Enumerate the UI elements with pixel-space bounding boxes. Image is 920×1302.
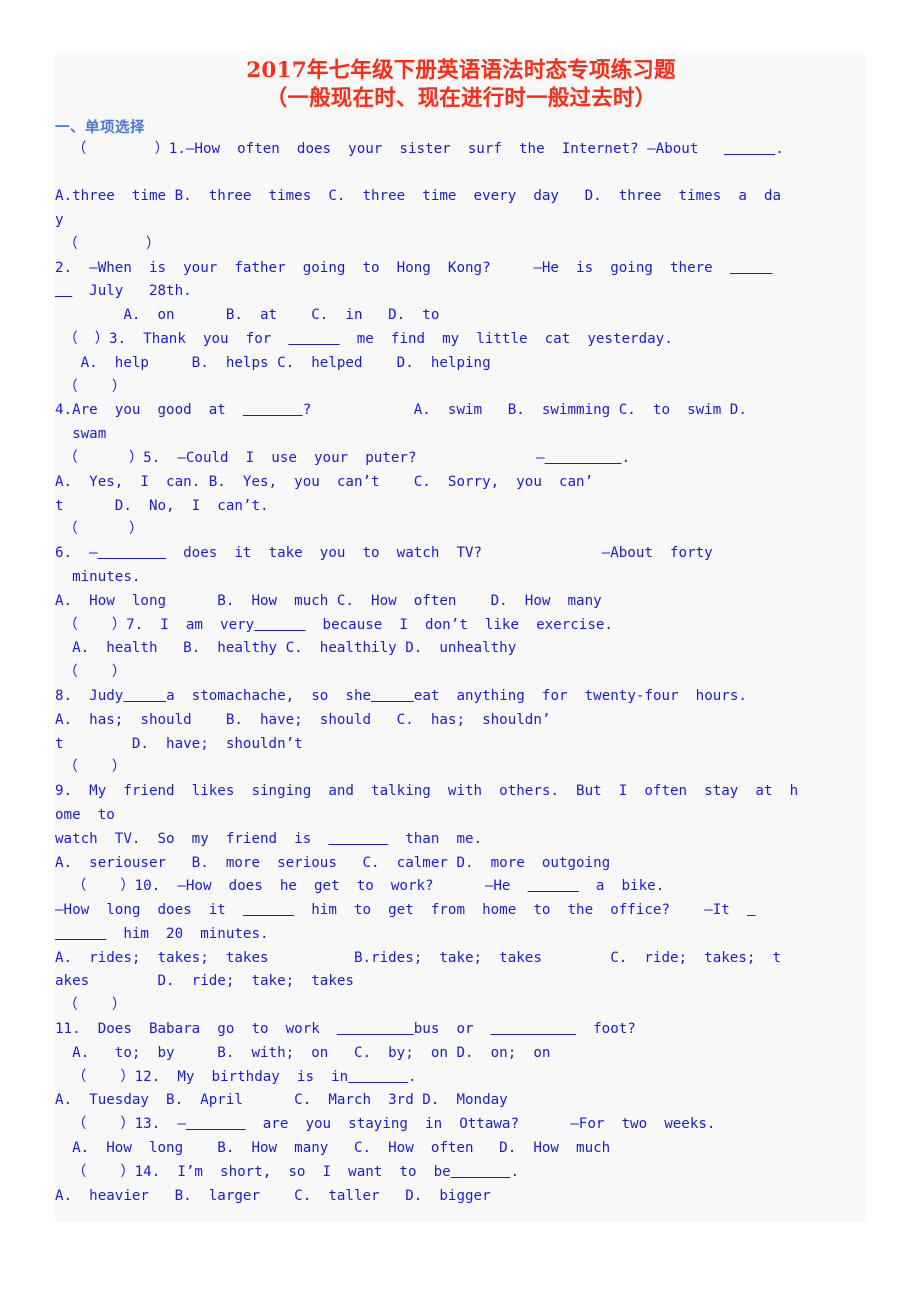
question-line: 4.Are you good at ? A. swim B. swimming … bbox=[55, 402, 747, 419]
title-line-subtitle: （一般现在时、现在进行时一般过去时） bbox=[265, 85, 657, 111]
question-line: him 20 minutes. bbox=[55, 923, 867, 947]
answer-blank bbox=[328, 831, 388, 847]
question-line: （ ）5. —Could I use your puter? — . bbox=[55, 449, 631, 466]
question-line: —How long does it him to get from home t… bbox=[55, 899, 867, 923]
document-title: 2017年七年级下册英语语法时态专项练习题 （一般现在时、现在进行时一般过去时） bbox=[55, 55, 867, 112]
question-line bbox=[55, 161, 867, 185]
question-line: 6. — does it take you to watch TV? —Abou… bbox=[55, 545, 713, 562]
question-line: 11. Does Babara go to work bus or foot? bbox=[55, 1021, 636, 1038]
question-line: A.three time B. three times C. three tim… bbox=[55, 188, 782, 205]
question-line: 9. My friend likes singing and talking w… bbox=[55, 783, 799, 800]
question-line: akes D. ride; take; takes bbox=[55, 973, 354, 990]
question-line: A. help B. helps C. helped D. helping bbox=[55, 354, 491, 371]
question-line: watch TV. So my friend is than me. bbox=[55, 830, 483, 847]
question-line: （ ） bbox=[55, 521, 144, 538]
question-line: （ ）14. I’m short, so I want to be . bbox=[55, 1163, 520, 1180]
answer-blank bbox=[747, 902, 756, 918]
answer-blank bbox=[98, 545, 166, 561]
question-line: （ ）13. — are you staying in Ottawa? —For… bbox=[55, 1116, 716, 1133]
answer-blank bbox=[243, 902, 294, 918]
answer-blank bbox=[243, 402, 303, 418]
answer-blank bbox=[491, 1021, 576, 1037]
section-heading-multiple-choice: 一、单项选择 bbox=[55, 119, 145, 137]
question-line: swam bbox=[55, 426, 107, 443]
title-line-primary: 2017年七年级下册英语语法时态专项练习题 bbox=[246, 58, 676, 83]
question-line: （ ） bbox=[55, 664, 127, 681]
answer-blank bbox=[730, 260, 773, 276]
question-line: A. health B. healthy C. healthily D. unh… bbox=[55, 640, 517, 657]
question-line: t D. have; shouldn’t bbox=[55, 735, 303, 752]
question-line: A. How long B. How many C. How often D. … bbox=[55, 1140, 611, 1157]
question-list: （ ）1.—How often does your sister surf th… bbox=[55, 138, 867, 1209]
question-line: A. on B. at C. in D. to bbox=[55, 307, 440, 324]
answer-blank bbox=[451, 1164, 511, 1180]
answer-blank bbox=[337, 1021, 414, 1037]
answer-blank bbox=[545, 450, 622, 466]
question-line: （ ） bbox=[55, 235, 161, 252]
question-line: （ ） bbox=[55, 759, 127, 776]
question-line: A. Yes, I can. B. Yes, you can’t C. Sorr… bbox=[55, 473, 594, 490]
answer-blank bbox=[254, 617, 305, 633]
question-line: y bbox=[55, 211, 64, 228]
question-line: （ ） bbox=[55, 997, 127, 1014]
question-line: A. seriouser B. more serious C. calmer D… bbox=[55, 854, 611, 871]
question-line: A. How long B. How much C. How often D. … bbox=[55, 592, 602, 609]
answer-blank bbox=[288, 331, 339, 347]
question-line: 2. —When is your father going to Hong Ko… bbox=[55, 257, 867, 281]
question-line: （ ）10. —How does he get to work? —He a b… bbox=[55, 878, 665, 895]
document-content: 2017年七年级下册英语语法时态专项练习题 （一般现在时、现在进行时一般过去时）… bbox=[55, 55, 867, 1208]
question-line: A. to; by B. with; on C. by; on D. on; o… bbox=[55, 1044, 551, 1061]
question-line: ome to bbox=[55, 806, 115, 823]
question-line: （ ）1.—How often does your sister surf th… bbox=[55, 140, 784, 157]
question-line: 8. Judy a stomachache, so she eat anythi… bbox=[55, 687, 747, 704]
answer-blank bbox=[348, 1069, 408, 1085]
question-line: A. Tuesday B. April C. March 3rd D. Mond… bbox=[55, 1092, 508, 1109]
question-line: July 28th. bbox=[55, 280, 867, 304]
question-line: t D. No, I can’t. bbox=[55, 497, 269, 514]
answer-blank bbox=[123, 688, 166, 704]
answer-blank bbox=[724, 141, 775, 157]
question-line: A. heavier B. larger C. taller D. bigger bbox=[55, 1187, 491, 1204]
question-line: A. has; should B. have; should C. has; s… bbox=[55, 711, 551, 728]
answer-blank bbox=[55, 283, 72, 299]
answer-blank bbox=[528, 878, 579, 894]
answer-blank bbox=[186, 1116, 246, 1132]
question-line: （ ）3. Thank you for me find my little ca… bbox=[55, 330, 673, 347]
question-line: minutes. bbox=[55, 568, 141, 585]
question-line: （ ）12. My birthday is in . bbox=[55, 1068, 417, 1085]
answer-blank bbox=[55, 926, 106, 942]
question-line: （ ） bbox=[55, 378, 127, 395]
question-line: A. rides; takes; takes B.rides; take; ta… bbox=[55, 949, 782, 966]
question-line: （ ）7. I am very because I don’t like exe… bbox=[55, 616, 613, 633]
answer-blank bbox=[371, 688, 414, 704]
